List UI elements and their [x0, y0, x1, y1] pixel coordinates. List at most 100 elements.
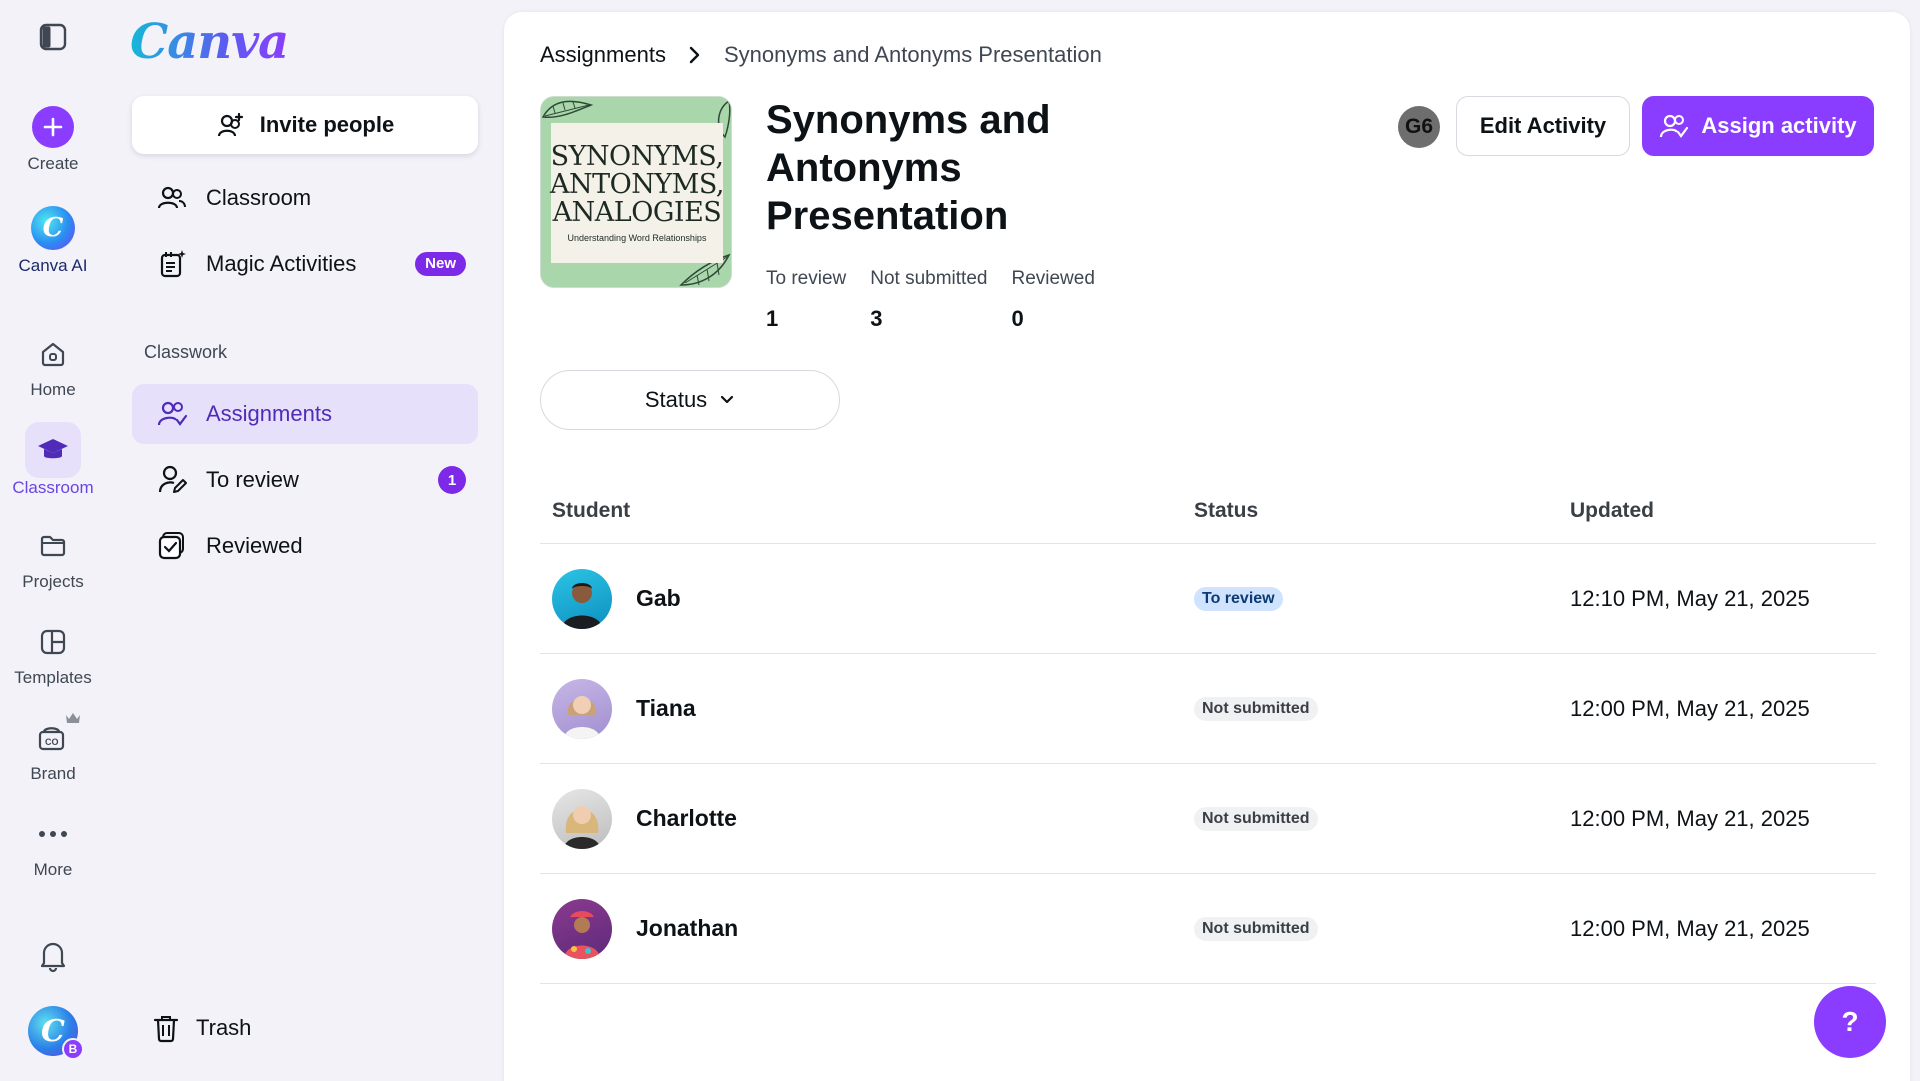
leaf-decoration-icon: [541, 100, 594, 119]
rail-brand[interactable]: CO Brand: [0, 710, 106, 784]
rail-classroom[interactable]: Classroom: [0, 422, 106, 498]
student-cell: Tiana: [540, 678, 1194, 739]
chevron-right-icon: [689, 46, 700, 64]
classwork-section-label: Classwork: [144, 342, 228, 362]
status-badge: Not submitted: [1194, 806, 1318, 831]
owner-avatar[interactable]: G6: [1398, 106, 1440, 148]
assign-activity-button[interactable]: Assign activity: [1642, 96, 1874, 156]
breadcrumb: Assignments Synonyms and Antonyms Presen…: [540, 42, 1102, 68]
submission-stats: To review 1 Not submitted 3 Reviewed 0: [766, 268, 1095, 332]
student-avatar: [552, 678, 612, 739]
rail-more[interactable]: More: [0, 806, 106, 880]
to-review-count-badge: 1: [438, 466, 466, 494]
edit-activity-button[interactable]: Edit Activity: [1456, 96, 1630, 156]
status-cell: To review: [1194, 586, 1570, 611]
user-avatar[interactable]: C B: [28, 1006, 84, 1060]
main-panel: Assignments Synonyms and Antonyms Presen…: [504, 12, 1910, 1081]
status-filter-label: Status: [644, 387, 708, 412]
updated-cell: 12:00 PM, May 21, 2025: [1570, 805, 1810, 831]
stat-not-submitted: Not submitted 3: [870, 268, 987, 332]
new-badge: New: [415, 252, 466, 276]
sidebar-item-magic-activities[interactable]: Magic Activities New: [132, 234, 478, 294]
column-header-updated[interactable]: Updated: [1570, 499, 1876, 523]
breadcrumb-current: Synonyms and Antonyms Presentation: [723, 42, 1102, 67]
crown-icon: [66, 713, 80, 723]
student-cell: Gab: [540, 568, 1194, 629]
student-name: Gab: [636, 585, 681, 611]
thumbnail-title-line1: SYNONYMS,: [550, 141, 724, 172]
add-person-icon: [217, 112, 243, 137]
status-filter-dropdown[interactable]: Status: [540, 370, 840, 430]
sidebar-item-classroom[interactable]: Classroom: [132, 168, 478, 228]
templates-icon: [25, 614, 81, 670]
assign-activity-label: Assign activity: [1701, 113, 1857, 138]
brand-icon: CO: [25, 710, 81, 766]
student-name: Charlotte: [636, 805, 737, 831]
column-header-student[interactable]: Student: [540, 499, 1194, 523]
plus-icon[interactable]: [32, 106, 74, 148]
invite-people-button[interactable]: Invite people: [132, 96, 478, 154]
breadcrumb-assignments-link[interactable]: Assignments: [540, 42, 666, 68]
people-icon: [156, 182, 188, 214]
rail-templates[interactable]: Templates: [0, 614, 106, 688]
rail-home[interactable]: Home: [0, 326, 106, 400]
more-dots-icon: [25, 806, 81, 862]
table-row[interactable]: Tiana Not submitted 12:00 PM, May 21, 20…: [540, 654, 1876, 764]
sidebar-item-label: Magic Activities: [206, 251, 357, 276]
sidebar-item-label: Trash: [196, 1015, 252, 1040]
stat-reviewed: Reviewed 0: [1011, 268, 1094, 332]
students-table: Student Status Updated Gab To review 12:…: [540, 478, 1876, 984]
stat-label: To review: [766, 268, 847, 289]
student-name: Tiana: [636, 695, 696, 721]
rail-create[interactable]: Create: [0, 106, 106, 174]
help-button[interactable]: ?: [1814, 986, 1886, 1058]
sidebar-item-label: To review: [206, 467, 299, 492]
rail-canva-ai[interactable]: C Canva AI: [0, 206, 106, 276]
sidebar-item-assignments[interactable]: Assignments: [132, 384, 478, 444]
status-cell: Not submitted: [1194, 696, 1570, 721]
trash-icon: [150, 1012, 182, 1044]
thumbnail-title-line3: ANALOGIES: [552, 197, 722, 228]
student-avatar: [552, 898, 612, 959]
activity-thumbnail[interactable]: SYNONYMS, ANTONYMS, ANALOGIES Understand…: [540, 96, 732, 288]
table-row[interactable]: Charlotte Not submitted 12:00 PM, May 21…: [540, 764, 1876, 874]
canva-logo[interactable]: Canva: [130, 14, 289, 70]
status-cell: Not submitted: [1194, 806, 1570, 831]
sidebar-item-label: Assignments: [206, 401, 332, 426]
table-row[interactable]: Jonathan Not submitted 12:00 PM, May 21,…: [540, 874, 1876, 984]
sidebar-item-to-review[interactable]: To review 1: [132, 450, 478, 510]
sidebar: Canva Invite people Classroom Magic Acti…: [106, 0, 490, 1081]
status-cell: Not submitted: [1194, 916, 1570, 941]
chevron-down-icon: [721, 395, 734, 404]
sidebar-item-reviewed[interactable]: Reviewed: [132, 516, 478, 576]
left-rail: Create C Canva AI Home Classroom Project…: [0, 0, 106, 1081]
table-row[interactable]: Gab To review 12:10 PM, May 21, 2025: [540, 544, 1876, 654]
rail-create-label: Create: [27, 154, 79, 173]
student-name: Jonathan: [636, 915, 739, 941]
stat-label: Not submitted: [870, 268, 988, 289]
rail-brand-label: Brand: [30, 764, 76, 783]
student-avatar: [552, 788, 612, 849]
column-header-status[interactable]: Status: [1194, 499, 1570, 523]
checkbox-icon: [156, 530, 188, 562]
rail-classroom-label: Classroom: [12, 478, 94, 497]
updated-cell: 12:00 PM, May 21, 2025: [1570, 915, 1810, 941]
rail-templates-label: Templates: [14, 668, 92, 687]
thumbnail-card: SYNONYMS, ANTONYMS, ANALOGIES Understand…: [550, 123, 724, 263]
folder-icon: [25, 518, 81, 574]
sidebar-item-label: Classroom: [206, 185, 312, 210]
invite-people-label: Invite people: [259, 112, 395, 137]
page-title: Synonyms and Antonyms Presentation: [766, 98, 1051, 238]
user-team-badge: B: [62, 1038, 84, 1060]
rail-home-label: Home: [30, 380, 76, 399]
sidebar-item-trash[interactable]: Trash: [126, 998, 472, 1058]
sidebar-item-label: Reviewed: [206, 533, 303, 558]
bell-icon[interactable]: [32, 935, 74, 977]
stat-value: 0: [1011, 306, 1024, 331]
assignments-icon: [156, 398, 188, 430]
graduation-cap-icon: [25, 422, 81, 478]
rail-more-label: More: [33, 860, 73, 879]
rail-projects[interactable]: Projects: [0, 518, 106, 592]
sidebar-toggle-icon[interactable]: [38, 22, 68, 52]
rail-canva-ai-label: Canva AI: [18, 256, 88, 275]
